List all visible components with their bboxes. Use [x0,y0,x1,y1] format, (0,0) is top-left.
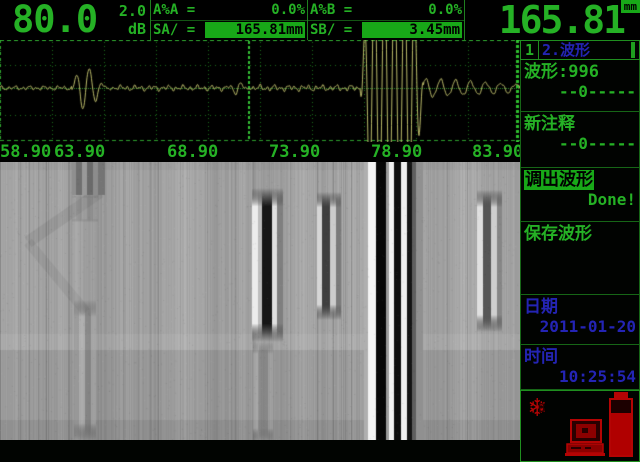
axis-tick-label: 83.90 [472,142,523,162]
date-section: 日期 2011-01-20 [520,295,640,345]
header-bar: 80.0 2.0dB A%A = 0.0% SA/ = 165.81mm A%B… [0,0,640,41]
gate-b-amplitude-label: A%B = [310,2,352,18]
printer-icon [563,419,611,457]
menu-item-label-selected: 调出波形 [524,170,594,190]
menu-item-save-waveform[interactable]: 保存波形 [520,222,640,295]
axis-tick-label: 58.90 [0,142,51,162]
main-measurement-unit-badge: mm [621,0,640,13]
menu-item-label: 波形:996 [524,62,636,82]
gate-a-amplitude-value: 0.0% [271,2,305,18]
gate-a-amplitude-label: A%A = [153,2,195,18]
menu-tab-number[interactable]: 1 [521,41,539,59]
main-measurement-readout: 165.81 mm [465,0,640,40]
axis-tick-label: 78.90 [371,142,422,162]
battery-empty-segment [611,400,631,413]
gate-b-path-value: 3.45mm [362,22,462,38]
gate-a-path-row: SA/ = 165.81mm [151,21,307,41]
date-label: 日期 [524,297,636,317]
axis-tick-label: 63.90 [54,142,105,162]
depth-axis: 58.90 63.90 68.90 73.90 78.90 83.90 [0,142,520,162]
gate-b-path-label: SB/ = [310,22,352,38]
gate-a-path-value: 165.81mm [205,22,305,38]
b-scan-display [0,162,520,440]
gate-a-amplitude-row: A%A = 0.0% [151,0,307,21]
gate-b-amplitude-row: A%B = 0.0% [308,0,464,21]
time-section: 时间 10:25:54 [520,345,640,390]
main-measurement-value: 165.81 [499,1,640,39]
menu-item-waveform-number[interactable]: 波形:996 --0----- [520,60,640,112]
status-icon-panel: ❄ B [520,390,640,462]
date-value: 2011-01-20 [524,317,636,336]
a-scan-display [0,40,520,142]
gate-b-amplitude-value: 0.0% [428,2,462,18]
menu-tab-row[interactable]: 1 2.波形 [520,40,640,60]
menu-item-status: Done! [524,190,636,209]
axis-tick-label: 73.90 [269,142,320,162]
menu-tab-end-marker [631,42,635,58]
menu-item-label: 保存波形 [524,224,636,244]
instrument-screen: 80.0 2.0dB A%A = 0.0% SA/ = 165.81mm A%B… [0,0,640,462]
freeze-letter: B [538,401,545,415]
gate-a-path-label: SA/ = [153,22,195,38]
gate-b-path-row: SB/ = 3.45mm [308,21,464,41]
menu-item-new-note[interactable]: 新注释 --0----- [520,112,640,168]
menu-item-value: --0----- [524,134,636,153]
battery-icon [607,392,635,459]
gain-step: 2.0dB [119,2,150,38]
axis-tick-label: 68.90 [167,142,218,162]
gain-unit: dB [128,20,146,38]
gain-value: 80.0 [0,0,97,40]
menu-item-label: 新注释 [524,114,636,134]
time-label: 时间 [524,347,636,367]
menu-tab-title[interactable]: 2.波形 [539,41,631,59]
gain-step-value: 2.0 [119,2,146,20]
gain-block: 80.0 2.0dB [0,0,151,40]
gate-a-readout: A%A = 0.0% SA/ = 165.81mm [151,0,308,40]
battery-body [609,398,633,457]
a-scan-waveform-canvas [0,40,520,142]
menu-item-recall-waveform[interactable]: 调出波形 Done! [520,168,640,222]
menu-item-value: --0----- [524,82,636,101]
bottom-bar [0,440,520,462]
time-value: 10:25:54 [524,367,636,386]
freeze-icon: ❄ B [529,393,559,423]
sidebar-menu: 1 2.波形 波形:996 --0----- 新注释 --0----- 调出波形… [520,40,640,462]
gate-b-readout: A%B = 0.0% SB/ = 3.45mm [308,0,465,40]
